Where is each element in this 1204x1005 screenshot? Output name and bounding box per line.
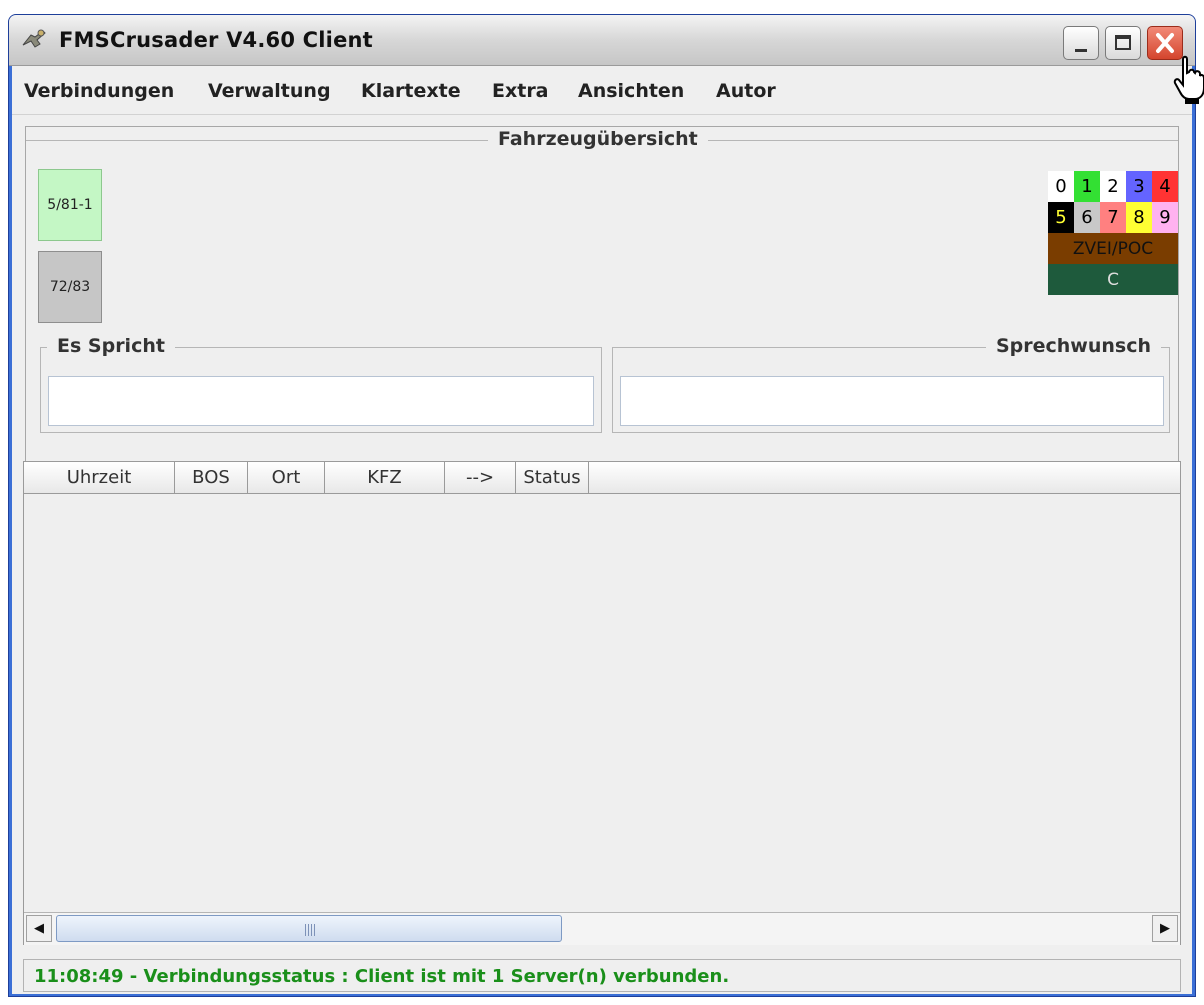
es-spricht-group: Es Spricht xyxy=(40,335,602,433)
arrow-right-icon: ▶ xyxy=(1160,921,1170,936)
title-bar[interactable]: FMSCrusader V4.60 Client xyxy=(9,15,1195,66)
vehicle-overview-panel: Fahrzeugübersicht 5/81-1 72/83 0 1 2 3 4… xyxy=(25,126,1179,462)
col-uhrzeit[interactable]: Uhrzeit xyxy=(24,462,175,493)
status-cell-5: 5 xyxy=(1048,202,1074,233)
message-table: Uhrzeit BOS Ort KFZ --> Status ◀ ▶ xyxy=(23,461,1181,945)
status-cell-1: 1 xyxy=(1074,171,1100,202)
status-cell-9: 9 xyxy=(1152,202,1178,233)
col-kfz[interactable]: KFZ xyxy=(325,462,445,493)
status-cell-0: 0 xyxy=(1048,171,1074,202)
status-row-c: C xyxy=(1048,264,1178,295)
menu-bar: Verbindungen Verwaltung Klartexte Extra … xyxy=(12,66,1192,115)
sprechwunsch-field[interactable] xyxy=(620,376,1164,426)
status-cell-6: 6 xyxy=(1074,202,1100,233)
minimize-icon xyxy=(1075,49,1087,52)
hand-cursor-icon xyxy=(1173,55,1204,104)
status-color-legend: 0 1 2 3 4 5 6 7 8 9 ZVEI/POC C xyxy=(1048,171,1178,295)
grip-icon xyxy=(305,924,315,936)
col-bos[interactable]: BOS xyxy=(175,462,248,493)
col-status[interactable]: Status xyxy=(516,462,589,493)
client-area: Verbindungen Verwaltung Klartexte Extra … xyxy=(12,66,1192,994)
sprechwunsch-group: Sprechwunsch xyxy=(612,335,1170,433)
window-title: FMSCrusader V4.60 Client xyxy=(59,28,373,52)
menu-klartexte[interactable]: Klartexte xyxy=(361,80,461,102)
scrollbar-thumb[interactable] xyxy=(56,915,562,942)
status-row-zvei: ZVEI/POC xyxy=(1048,233,1178,264)
sprechwunsch-title: Sprechwunsch xyxy=(985,335,1161,357)
menu-verbindungen[interactable]: Verbindungen xyxy=(24,80,174,102)
status-row-2: 5 6 7 8 9 xyxy=(1048,202,1178,233)
col-arrow[interactable]: --> xyxy=(445,462,516,493)
connection-status-text: 11:08:49 - Verbindungsstatus : Client is… xyxy=(34,966,730,987)
horizontal-scrollbar[interactable]: ◀ ▶ xyxy=(24,912,1180,945)
maximize-icon xyxy=(1115,35,1131,50)
status-c-label: C xyxy=(1048,264,1178,295)
table-header: Uhrzeit BOS Ort KFZ --> Status xyxy=(24,462,1180,494)
es-spricht-title: Es Spricht xyxy=(47,335,175,357)
scroll-right-button[interactable]: ▶ xyxy=(1152,915,1178,942)
status-bar: 11:08:49 - Verbindungsstatus : Client is… xyxy=(23,959,1181,992)
menu-autor[interactable]: Autor xyxy=(716,80,776,102)
tool-icon xyxy=(22,29,46,48)
menu-extra[interactable]: Extra xyxy=(492,80,549,102)
vehicle-button-1[interactable]: 5/81-1 xyxy=(38,169,102,241)
menu-verwaltung[interactable]: Verwaltung xyxy=(208,80,331,102)
scroll-left-button[interactable]: ◀ xyxy=(26,915,52,942)
status-cell-7: 7 xyxy=(1100,202,1126,233)
menu-ansichten[interactable]: Ansichten xyxy=(578,80,684,102)
status-cell-3: 3 xyxy=(1126,171,1152,202)
es-spricht-field[interactable] xyxy=(48,376,594,426)
vehicle-button-2[interactable]: 72/83 xyxy=(38,251,102,323)
col-ort[interactable]: Ort xyxy=(248,462,325,493)
status-cell-2: 2 xyxy=(1100,171,1126,202)
minimize-button[interactable] xyxy=(1063,26,1099,60)
status-cell-8: 8 xyxy=(1126,202,1152,233)
status-cell-4: 4 xyxy=(1152,171,1178,202)
zvei-poc-label: ZVEI/POC xyxy=(1048,233,1178,264)
status-row-1: 0 1 2 3 4 xyxy=(1048,171,1178,202)
overview-title: Fahrzeugübersicht xyxy=(488,128,708,150)
maximize-button[interactable] xyxy=(1105,26,1141,60)
arrow-left-icon: ◀ xyxy=(34,921,44,936)
app-window: FMSCrusader V4.60 Client Verbindungen Ve… xyxy=(8,14,1204,997)
